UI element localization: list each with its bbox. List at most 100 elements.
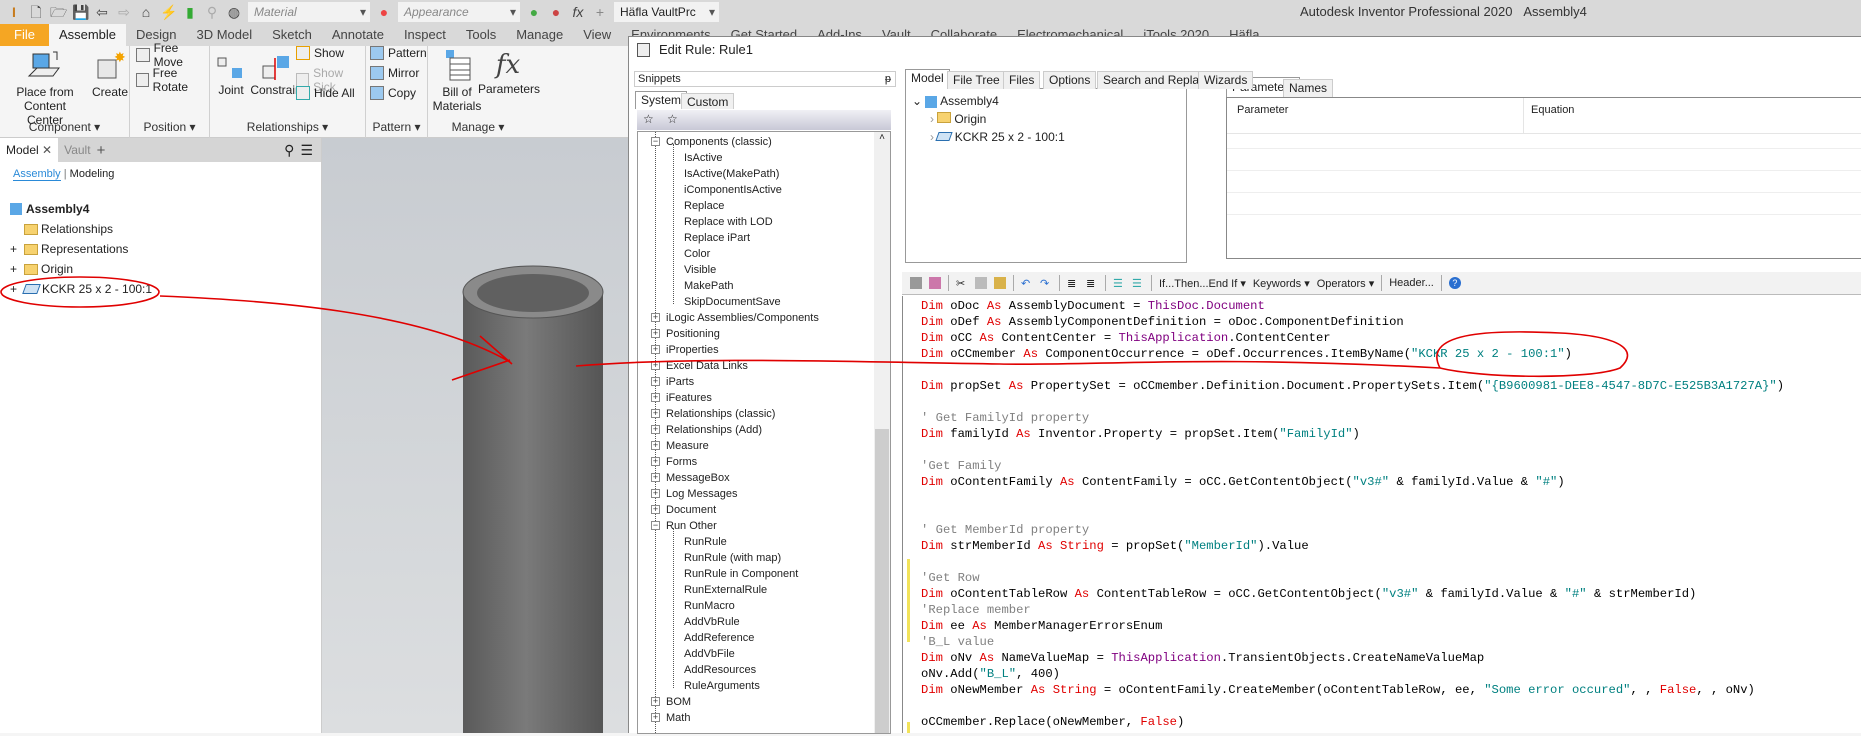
update-icon[interactable]: ⚡: [160, 4, 177, 20]
graphics-viewport[interactable]: [322, 138, 630, 736]
paste-icon[interactable]: [994, 277, 1006, 289]
scroll-up-icon[interactable]: ˄: [874, 132, 890, 143]
expand-icon[interactable]: +: [651, 441, 660, 450]
snippet-item[interactable]: Forms: [666, 454, 697, 470]
snippet-item[interactable]: Excel Data Links: [666, 358, 748, 374]
free-rotate-button[interactable]: Free Rotate: [136, 66, 209, 94]
snippet-item[interactable]: Visible: [684, 262, 716, 278]
add-tab-icon[interactable]: +: [97, 142, 106, 159]
save-icon[interactable]: 💾: [72, 4, 89, 20]
snippet-item[interactable]: Replace iPart: [684, 230, 750, 246]
snippet-item[interactable]: AddVbFile: [684, 646, 735, 662]
tab-options[interactable]: Options: [1043, 71, 1097, 89]
snippet-item[interactable]: AddResources: [684, 662, 756, 678]
select-icon[interactable]: ▮: [182, 4, 198, 20]
snippet-item[interactable]: IsActive: [684, 150, 723, 166]
scrollbar[interactable]: ˄: [874, 132, 890, 733]
dialog-title-bar[interactable]: Edit Rule: Rule1: [629, 37, 1861, 63]
create-button[interactable]: ✸ Create: [92, 49, 128, 99]
expand-icon[interactable]: +: [651, 697, 660, 706]
snippet-item[interactable]: Replace: [684, 198, 724, 214]
expand-icon[interactable]: +: [651, 313, 660, 322]
filter-favorites-icon[interactable]: ☆: [643, 112, 654, 126]
snippet-item[interactable]: Math: [666, 710, 690, 726]
open-icon[interactable]: 🗁: [50, 4, 67, 20]
tree-item-relationships[interactable]: Relationships: [24, 220, 113, 238]
appearance-dropdown[interactable]: Appearance: [398, 2, 520, 22]
vault-dropdown[interactable]: Häfla VaultPrc: [614, 2, 719, 22]
snippet-item[interactable]: BOM: [666, 694, 691, 710]
material-dropdown[interactable]: Material: [248, 2, 370, 22]
new-icon[interactable]: 🗋: [28, 4, 44, 20]
comment-icon[interactable]: ☰: [1113, 277, 1125, 290]
tab-wizards[interactable]: Wizards: [1198, 71, 1254, 89]
undo-icon[interactable]: ↶: [1021, 277, 1033, 290]
column-equation[interactable]: Equation: [1531, 102, 1574, 118]
snippet-item[interactable]: iFeatures: [666, 390, 712, 406]
tree-item-origin[interactable]: + Origin: [10, 260, 73, 278]
print-preview-icon[interactable]: [929, 277, 941, 289]
place-from-content-center-button[interactable]: Place from Content Center: [12, 50, 78, 127]
operators-button[interactable]: Operators ▾: [1317, 277, 1375, 290]
pattern-button[interactable]: Pattern: [370, 46, 427, 60]
snippet-item[interactable]: Positioning: [666, 326, 720, 342]
snippet-item[interactable]: AddReference: [684, 630, 754, 646]
parameters-button[interactable]: fx Parameters: [478, 48, 540, 96]
tab-model[interactable]: Model ✕: [0, 138, 59, 162]
tab-file-tree[interactable]: File Tree: [947, 71, 1006, 89]
undo-icon[interactable]: ⇦: [94, 4, 110, 20]
model-tree-root[interactable]: ⌄ Assembly4: [912, 93, 999, 109]
fx-icon[interactable]: fx: [570, 4, 586, 20]
snippet-item[interactable]: iProperties: [666, 342, 719, 358]
tree-item-kckr[interactable]: + KCKR 25 x 2 - 100:1: [10, 280, 152, 298]
outdent-icon[interactable]: ≣: [1086, 277, 1098, 290]
snippet-item[interactable]: iComponentIsActive: [684, 182, 782, 198]
snippet-item[interactable]: MessageBox: [666, 470, 730, 486]
expand-icon[interactable]: +: [651, 473, 660, 482]
tab-model[interactable]: Model: [905, 69, 950, 89]
snippet-item[interactable]: Relationships (Add): [666, 422, 762, 438]
snippet-item[interactable]: IsActive(MakePath): [684, 166, 779, 182]
snippet-item[interactable]: MakePath: [684, 278, 734, 294]
snippet-item[interactable]: SkipDocumentSave: [684, 294, 781, 310]
copy-icon[interactable]: [975, 277, 987, 289]
keywords-button[interactable]: Keywords ▾: [1253, 277, 1310, 290]
material-ball-icon[interactable]: ◍: [226, 4, 242, 20]
expand-icon[interactable]: +: [651, 489, 660, 498]
expand-icon[interactable]: +: [651, 409, 660, 418]
tab-system[interactable]: System: [635, 91, 688, 109]
bill-of-materials-button[interactable]: Bill of Materials: [432, 48, 482, 113]
ribbon-tab-inspect[interactable]: Inspect: [394, 24, 456, 46]
snippet-item[interactable]: Relationships (classic): [666, 406, 775, 422]
pin-icon[interactable]: ᵽ: [885, 72, 891, 86]
hide-all-button[interactable]: Hide All: [296, 86, 355, 100]
search-icon[interactable]: ⚲: [284, 142, 294, 159]
model-tree-origin[interactable]: › Origin: [930, 111, 986, 127]
tab-vault[interactable]: Vault: [58, 143, 96, 157]
snippet-item[interactable]: RuleArguments: [684, 678, 760, 694]
tab-files[interactable]: Files: [1003, 71, 1041, 89]
snippet-item[interactable]: Replace with LOD: [684, 214, 773, 230]
edit-favorites-icon[interactable]: ☆: [667, 112, 678, 126]
expand-icon[interactable]: +: [651, 377, 660, 386]
expand-icon[interactable]: +: [10, 262, 24, 276]
ribbon-tab-sketch[interactable]: Sketch: [262, 24, 322, 46]
expand-icon[interactable]: +: [651, 457, 660, 466]
snippet-item[interactable]: Components (classic): [666, 134, 772, 150]
snippet-item[interactable]: RunRule: [684, 534, 727, 550]
snippet-item[interactable]: AddVbRule: [684, 614, 740, 630]
measure-icon[interactable]: ⚲: [204, 4, 220, 20]
expand-icon[interactable]: +: [651, 425, 660, 434]
expand-icon[interactable]: +: [651, 345, 660, 354]
view-assembly[interactable]: Assembly: [13, 168, 61, 181]
mirror-button[interactable]: Mirror: [370, 66, 419, 80]
clear-appearance-icon[interactable]: ●: [548, 4, 564, 20]
help-icon[interactable]: ?: [1448, 277, 1461, 289]
copy-button[interactable]: Copy: [370, 86, 416, 100]
expand-icon[interactable]: +: [651, 505, 660, 514]
home-icon[interactable]: ⌂: [138, 4, 154, 20]
ribbon-tab-assemble[interactable]: Assemble: [48, 24, 127, 46]
tree-root[interactable]: Assembly4: [10, 200, 89, 218]
snippet-item[interactable]: RunMacro: [684, 598, 735, 614]
cut-icon[interactable]: ✂: [956, 277, 968, 290]
